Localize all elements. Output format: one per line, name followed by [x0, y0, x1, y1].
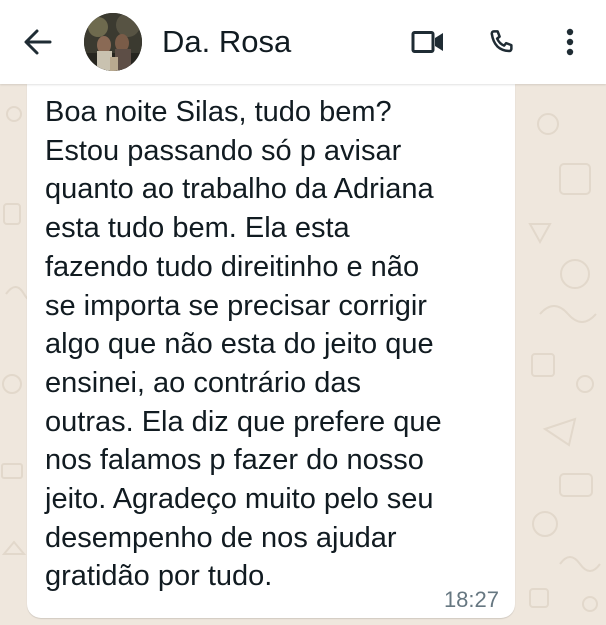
- arrow-left-icon: [24, 29, 52, 55]
- avatar-photo: [84, 13, 142, 71]
- message-timestamp: 18:27: [443, 587, 499, 612]
- phone-icon: [490, 30, 513, 53]
- avatar[interactable]: [84, 13, 142, 71]
- menu-button[interactable]: [550, 22, 590, 62]
- voice-call-button[interactable]: [480, 22, 524, 62]
- contact-name[interactable]: Da. Rosa: [162, 22, 291, 62]
- chat-screen: Da. Rosa Boa noite Silas, tudo bem? Esto…: [0, 0, 606, 625]
- video-call-button[interactable]: [405, 22, 451, 62]
- back-button[interactable]: [18, 24, 58, 60]
- video-camera-icon: [411, 31, 443, 53]
- message-bubble[interactable]: Boa noite Silas, tudo bem? Estou passand…: [27, 84, 515, 618]
- message-text: Boa noite Silas, tudo bem? Estou passand…: [45, 96, 442, 593]
- more-vertical-icon: [566, 28, 574, 56]
- chat-header: Da. Rosa: [0, 0, 606, 84]
